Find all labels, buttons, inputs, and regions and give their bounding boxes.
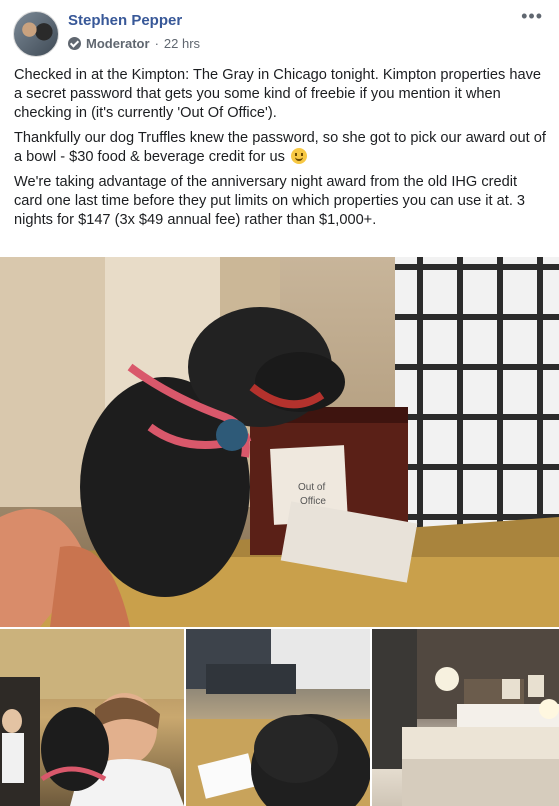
post-meta: Moderator · 22 hrs — [68, 36, 200, 51]
main-photo-dog-with-suitcase[interactable]: Out of Office — [0, 257, 559, 627]
gallery-photo-3-illustration — [372, 629, 559, 806]
author-role: Moderator — [86, 36, 150, 51]
moderator-shield-icon — [68, 37, 81, 50]
author-name[interactable]: Stephen Pepper — [68, 12, 182, 29]
gallery-photo-hotel-bed[interactable] — [372, 629, 559, 806]
post-paragraph-2: Thankfully our dog Truffles knew the pas… — [14, 129, 546, 167]
gallery-photo-1-illustration — [0, 629, 184, 806]
gallery-photo-dog-on-desk[interactable] — [186, 629, 370, 806]
gallery-photo-2-illustration — [186, 629, 370, 806]
meta-separator: · — [154, 36, 159, 51]
author-avatar[interactable] — [13, 11, 59, 57]
post-paragraph-1: Checked in at the Kimpton: The Gray in C… — [14, 67, 542, 121]
post-paragraph-2-text: Thankfully our dog Truffles knew the pas… — [14, 130, 546, 165]
more-options-icon[interactable]: ••• — [521, 6, 543, 27]
post-timestamp[interactable]: 22 hrs — [164, 36, 200, 51]
gallery-photo-woman-with-dog[interactable] — [0, 629, 184, 806]
post-paragraph-3: We're taking advantage of the anniversar… — [14, 174, 526, 228]
note-line-1: Out of — [298, 482, 325, 493]
smiley-emoji-icon — [291, 148, 308, 164]
main-photo-illustration: Out of Office — [0, 257, 559, 627]
note-line-2: Office — [300, 496, 326, 507]
post-header: Stephen Pepper Moderator · 22 hrs ••• — [0, 0, 559, 62]
post-body: Checked in at the Kimpton: The Gray in C… — [14, 66, 546, 236]
